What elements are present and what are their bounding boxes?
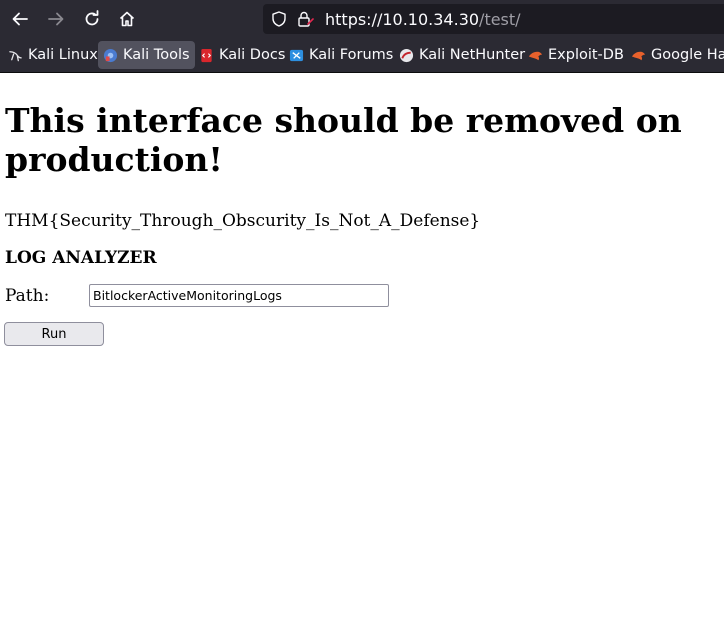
- reload-button[interactable]: [78, 5, 106, 33]
- path-input[interactable]: [89, 284, 389, 307]
- home-button[interactable]: [113, 5, 141, 33]
- back-button[interactable]: [6, 5, 34, 33]
- bookmark-kali-forums[interactable]: Kali Forums: [284, 41, 398, 69]
- bookmark-kali-tools[interactable]: Kali Tools: [98, 41, 195, 69]
- google-hacking-icon: [631, 51, 646, 60]
- url-path: /test/: [479, 10, 521, 29]
- run-button[interactable]: Run: [4, 322, 104, 346]
- bookmark-kali-nethunter[interactable]: Kali NetHunter: [394, 41, 530, 69]
- bookmark-kali-linux[interactable]: Kali Linux: [3, 41, 103, 69]
- bookmarks-toolbar: Kali Linux Kali Tools Kali Docs Kali For…: [0, 38, 724, 73]
- home-icon: [119, 11, 135, 27]
- arrow-left-icon: [12, 12, 28, 26]
- exploit-db-icon: [528, 51, 543, 60]
- forward-button[interactable]: [42, 5, 70, 33]
- url-text: https://10.10.34.30/test/: [325, 10, 521, 29]
- kali-tools-icon: [103, 48, 118, 62]
- address-bar[interactable]: https://10.10.34.30/test/: [263, 4, 724, 34]
- arrow-right-icon: [48, 12, 64, 26]
- lock-warning-icon[interactable]: [296, 10, 314, 28]
- bookmark-label: Kali Tools: [123, 47, 190, 63]
- bookmark-label: Kali NetHunter: [419, 47, 526, 63]
- bookmark-exploit-db[interactable]: Exploit-DB: [523, 41, 629, 69]
- reload-icon: [85, 10, 99, 26]
- url-host: https://10.10.34.30: [325, 10, 480, 29]
- shield-icon[interactable]: [270, 10, 288, 28]
- browser-toolbar: https://10.10.34.30/test/: [0, 0, 724, 38]
- bookmark-label: Google Hac: [651, 47, 724, 63]
- kali-forums-icon: [289, 49, 304, 61]
- bookmark-label: Kali Linux: [28, 47, 98, 63]
- bookmark-label: Exploit-DB: [548, 47, 624, 63]
- log-analyzer-title: LOG ANALYZER: [5, 248, 157, 268]
- kali-dragon-icon: [9, 50, 22, 61]
- page-content: This interface should be removed on prod…: [0, 73, 724, 627]
- bookmark-kali-docs[interactable]: Kali Docs: [194, 41, 290, 69]
- bookmark-label: Kali Forums: [309, 47, 394, 63]
- bookmark-label: Kali Docs: [219, 47, 286, 63]
- kali-docs-icon: [201, 48, 212, 62]
- page-heading: This interface should be removed on prod…: [5, 101, 682, 179]
- flag-text: THM{Security_Through_Obscurity_Is_Not_A_…: [5, 211, 481, 231]
- path-label: Path:: [5, 286, 50, 306]
- kali-nethunter-icon: [399, 48, 414, 62]
- bookmark-google-hacking[interactable]: Google Hac: [626, 41, 724, 69]
